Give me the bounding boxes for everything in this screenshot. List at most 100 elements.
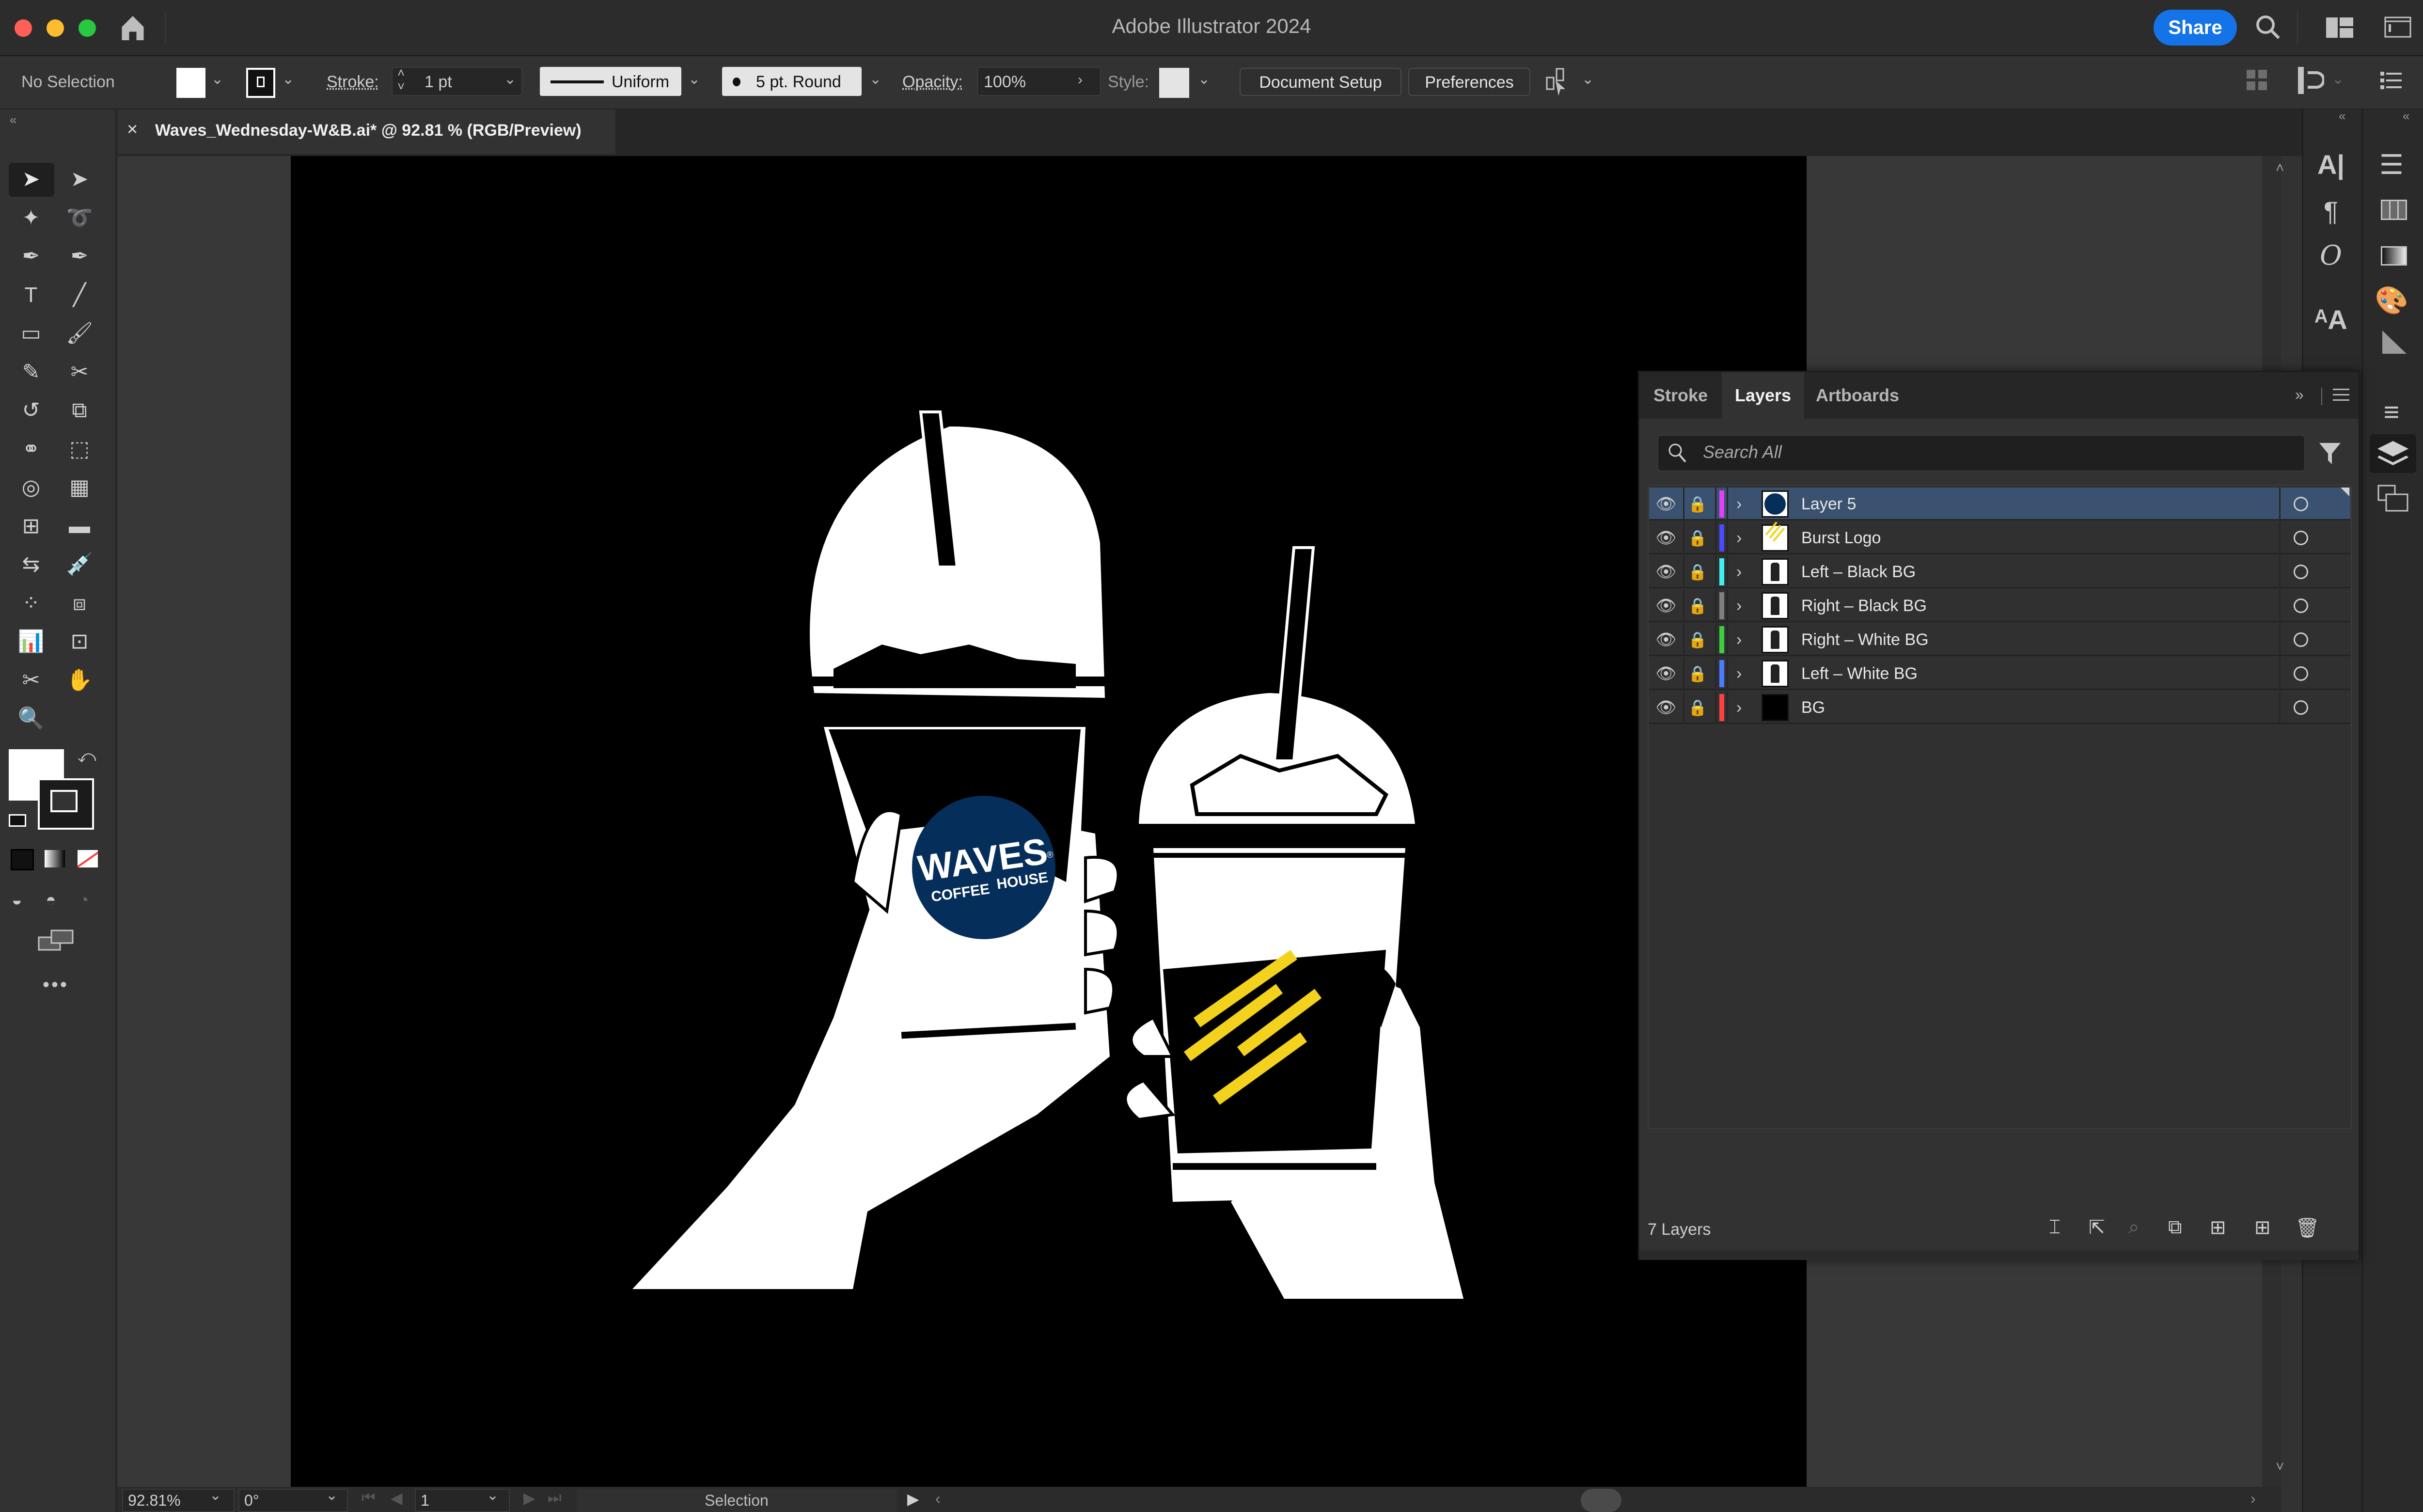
- live-paint-selection-tool-icon[interactable]: ⧈: [60, 586, 99, 621]
- symbol-sprayer-tool-icon[interactable]: ⁘: [12, 586, 50, 621]
- perspective-grid-tool-icon[interactable]: ▦: [60, 470, 99, 505]
- expand-panel-icon[interactable]: »: [2295, 386, 2304, 404]
- layer-row[interactable]: 👁 🔒 › Left – Black BG: [1649, 555, 2350, 588]
- collapse-dock-icon[interactable]: «: [2403, 109, 2409, 124]
- layer-row[interactable]: 👁 🔒 › Right – White BG: [1649, 623, 2350, 656]
- make-clipping-mask-icon[interactable]: ⧉: [2168, 1216, 2182, 1238]
- transparency-panel-icon[interactable]: [2382, 331, 2407, 354]
- layer-row[interactable]: 👁 🔒 › BG: [1649, 691, 2350, 724]
- visibility-eye-icon[interactable]: 👁: [1654, 555, 1678, 588]
- swap-fill-stroke-icon[interactable]: ⤺: [78, 746, 96, 767]
- color-guide-palette-icon[interactable]: 🎨: [2367, 281, 2416, 320]
- expand-layer-chevron-icon[interactable]: ›: [1736, 555, 1742, 588]
- expand-layer-chevron-icon[interactable]: ›: [1736, 521, 1742, 554]
- lock-icon[interactable]: 🔒: [1688, 657, 1707, 690]
- tab-artboards[interactable]: Artboards: [1804, 372, 1911, 419]
- visibility-eye-icon[interactable]: 👁: [1654, 589, 1678, 622]
- draw-inside-icon[interactable]: ◔: [79, 890, 89, 910]
- panel-layout-icon[interactable]: [2384, 16, 2411, 38]
- magic-wand-tool-icon[interactable]: ✦: [12, 201, 50, 236]
- gradient-panel-icon[interactable]: [2381, 246, 2407, 266]
- character-styles-icon[interactable]: ᴬA: [2307, 300, 2355, 339]
- collapse-dock-icon[interactable]: «: [2339, 109, 2345, 124]
- layer-target-circle-icon[interactable]: [2294, 666, 2308, 681]
- scroll-down-icon[interactable]: ˅: [2276, 1459, 2284, 1475]
- brush-select[interactable]: 5 pt. Round: [722, 67, 862, 96]
- layer-target-circle-icon[interactable]: [2294, 531, 2308, 545]
- lock-icon[interactable]: 🔒: [1688, 589, 1707, 622]
- workspace-switcher-icon[interactable]: [2326, 17, 2353, 38]
- layer-row[interactable]: 👁 🔒 › Layer 5: [1649, 488, 2350, 520]
- visibility-eye-icon[interactable]: 👁: [1654, 521, 1678, 554]
- stroke-weight-value[interactable]: 1 pt: [425, 73, 452, 92]
- preferences-button[interactable]: Preferences: [1408, 68, 1530, 96]
- select-similar-chevron-icon[interactable]: ⌄: [1582, 71, 1594, 88]
- direct-selection-tool-icon[interactable]: ➤: [60, 162, 99, 197]
- eyedropper-tool-icon[interactable]: 💉: [60, 547, 99, 582]
- scissors-tool-icon[interactable]: ✂: [60, 355, 99, 390]
- expand-layer-chevron-icon[interactable]: ›: [1736, 623, 1742, 656]
- stroke-profile-chevron-icon[interactable]: ⌄: [688, 71, 700, 88]
- close-tab-icon[interactable]: ×: [127, 119, 138, 140]
- layer-name[interactable]: Right – White BG: [1801, 623, 1929, 656]
- width-tool-icon[interactable]: ⚭: [12, 432, 50, 467]
- lasso-tool-icon[interactable]: ➰: [60, 201, 99, 236]
- layer-name[interactable]: BG: [1801, 691, 1825, 724]
- column-graph-tool-icon[interactable]: 📊: [12, 624, 50, 659]
- create-sublayer-icon[interactable]: ⊞: [2210, 1216, 2226, 1239]
- visibility-eye-icon[interactable]: 👁: [1654, 691, 1678, 724]
- create-new-layer-icon[interactable]: ⊞: [2254, 1216, 2271, 1239]
- layer-name[interactable]: Right – Black BG: [1801, 589, 1927, 622]
- scroll-left-icon[interactable]: ‹: [935, 1490, 941, 1508]
- layer-target-circle-icon[interactable]: [2294, 632, 2308, 647]
- visibility-eye-icon[interactable]: 👁: [1654, 488, 1678, 520]
- type-tool-icon[interactable]: T: [12, 278, 50, 313]
- layer-name[interactable]: Layer 5: [1801, 488, 1856, 520]
- panel-menu-icon[interactable]: [2333, 388, 2349, 402]
- locate-object-icon[interactable]: ⌕: [2128, 1216, 2139, 1238]
- layer-name[interactable]: Burst Logo: [1801, 521, 1881, 554]
- layer-row[interactable]: 👁 🔒 › Right – Black BG: [1649, 589, 2350, 622]
- stroke-swatch[interactable]: [246, 68, 275, 98]
- lock-icon[interactable]: 🔒: [1688, 555, 1707, 588]
- search-icon[interactable]: [2253, 13, 2282, 42]
- selection-tool-icon[interactable]: ➤: [12, 162, 50, 197]
- collapse-toolbar-icon[interactable]: «: [10, 112, 16, 127]
- visibility-eye-icon[interactable]: 👁: [1654, 623, 1678, 656]
- snap-chevron-icon[interactable]: ⌄: [2332, 71, 2344, 88]
- rotation-chevron-icon[interactable]: ⌄: [326, 1487, 338, 1504]
- screen-mode-icon[interactable]: [38, 929, 74, 951]
- document-setup-button[interactable]: Document Setup: [1240, 68, 1401, 96]
- current-tool-readout[interactable]: Selection: [577, 1489, 897, 1512]
- style-swatch[interactable]: [1159, 68, 1189, 98]
- visibility-eye-icon[interactable]: 👁: [1654, 657, 1678, 690]
- slice-tool-icon[interactable]: ✂: [12, 663, 50, 698]
- shape-builder-tool-icon[interactable]: ◎: [12, 470, 50, 505]
- pen-tool-icon[interactable]: ✒: [12, 239, 50, 274]
- opacity-expand-icon[interactable]: ›: [1078, 72, 1083, 88]
- filter-icon[interactable]: [2318, 441, 2342, 465]
- expand-layer-chevron-icon[interactable]: ›: [1736, 488, 1742, 520]
- stroke-panel-icon[interactable]: ≡: [2367, 393, 2416, 431]
- select-similar-icon[interactable]: [1546, 68, 1573, 97]
- edit-toolbar-more-icon[interactable]: •••: [43, 974, 69, 996]
- artboard-tool-icon[interactable]: ⊡: [60, 624, 99, 659]
- first-artboard-icon[interactable]: ⏮: [362, 1489, 376, 1507]
- shaper-tool-icon[interactable]: ✎: [12, 355, 50, 390]
- fill-dropdown-chevron-icon[interactable]: ⌄: [211, 71, 223, 88]
- layer-name[interactable]: Left – Black BG: [1801, 555, 1916, 588]
- swatches-panel-icon[interactable]: [2381, 200, 2407, 220]
- rotate-tool-icon[interactable]: ↺: [12, 393, 50, 428]
- lock-icon[interactable]: 🔒: [1688, 521, 1707, 554]
- brush-chevron-icon[interactable]: ⌄: [869, 71, 881, 88]
- last-artboard-icon[interactable]: ⏭: [548, 1489, 562, 1507]
- snap-icon[interactable]: [2297, 66, 2325, 95]
- default-fill-stroke-icon[interactable]: [9, 814, 26, 827]
- gradient-mode-icon[interactable]: [45, 850, 65, 867]
- tab-stroke[interactable]: Stroke: [1639, 372, 1722, 419]
- stroke-weight-chevron-icon[interactable]: ⌄: [504, 71, 516, 88]
- opacity-label[interactable]: Opacity:: [902, 73, 963, 92]
- rectangle-tool-icon[interactable]: ▭: [12, 316, 50, 351]
- zoom-chevron-icon[interactable]: ⌄: [209, 1487, 221, 1504]
- delete-layer-icon[interactable]: 🗑: [2295, 1216, 2320, 1239]
